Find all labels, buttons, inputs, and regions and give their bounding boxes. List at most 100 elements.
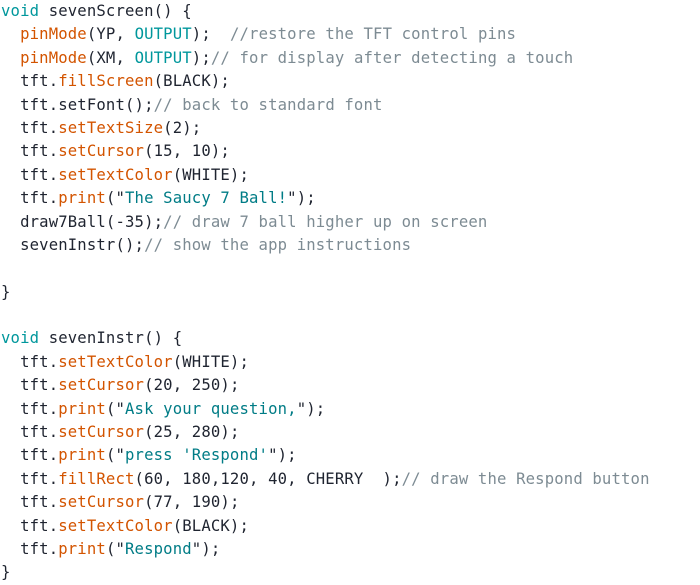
code-token-plain: ");: [191, 539, 221, 558]
code-token-plain: draw7Ball(-35);: [1, 212, 164, 231]
code-token-comment: // draw 7 ball higher up on screen: [163, 212, 488, 231]
code-token-string: The Saucy 7 Ball!: [125, 189, 288, 208]
code-token-constant: OUTPUT: [134, 48, 192, 67]
code-token-function: print: [58, 539, 106, 558]
code-token-function: print: [58, 399, 106, 418]
code-token-comment: //restore the TFT control pins: [229, 25, 517, 44]
code-token-plain: ");: [296, 399, 326, 418]
code-token-function: print: [58, 189, 106, 208]
code-line[interactable]: pinMode(XM, OUTPUT);// for display after…: [0, 47, 700, 70]
code-line[interactable]: tft.print("Ask your question,");: [0, 398, 700, 421]
code-token-plain: (": [105, 446, 126, 465]
code-token-plain: tft.: [1, 165, 59, 184]
code-line[interactable]: tft.setTextColor(BLACK);: [0, 515, 700, 538]
code-token-string: Ask your question,: [125, 399, 297, 418]
code-line[interactable]: tft.setFont();// back to standard font: [0, 94, 700, 117]
code-token-plain: tft.: [1, 118, 59, 137]
code-token-keyword: void: [1, 329, 40, 348]
code-line[interactable]: }: [0, 281, 700, 304]
code-line[interactable]: tft.setCursor(25, 280);: [0, 421, 700, 444]
code-token-plain: tft.: [1, 469, 59, 488]
code-token-plain: }: [1, 282, 11, 301]
code-token-plain: (77, 190);: [144, 493, 240, 512]
code-token-string: Respond: [125, 539, 192, 558]
code-token-constant: OUTPUT: [134, 25, 192, 44]
code-token-plain: (15, 10);: [144, 142, 230, 161]
code-token-plain: (60, 180,120, 40, CHERRY );: [134, 469, 402, 488]
code-token-plain: tft.: [1, 72, 59, 91]
code-token-plain: (": [105, 399, 126, 418]
code-line[interactable]: draw7Ball(-35);// draw 7 ball higher up …: [0, 211, 700, 234]
code-line[interactable]: tft.setCursor(15, 10);: [0, 140, 700, 163]
code-line[interactable]: tft.setTextColor(WHITE);: [0, 164, 700, 187]
code-token-plain: tft.: [1, 423, 59, 442]
code-token-plain: sevenScreen() {: [39, 2, 192, 20]
code-token-function: setCursor: [58, 423, 145, 442]
code-token-plain: }: [1, 563, 11, 582]
code-line[interactable]: tft.setTextSize(2);: [0, 117, 700, 140]
code-line[interactable]: }: [0, 561, 700, 584]
code-token-plain: tft.: [1, 399, 59, 418]
code-token-function: setTextColor: [58, 516, 173, 535]
code-lines-container: void sevenScreen() { pinMode(YP, OUTPUT)…: [0, 0, 700, 585]
code-token-plain: (WHITE);: [172, 165, 250, 184]
code-token-plain: );: [191, 25, 230, 44]
code-token-plain: (BLACK);: [153, 72, 230, 91]
code-token-plain: tft.: [1, 446, 59, 465]
code-token-plain: tft.: [1, 539, 59, 558]
code-line[interactable]: pinMode(YP, OUTPUT); //restore the TFT c…: [0, 23, 700, 46]
code-token-plain: (25, 280);: [144, 423, 240, 442]
code-token-function: pinMode: [20, 25, 87, 44]
code-token-plain: (XM,: [86, 48, 135, 67]
code-token-comment: // draw the Respond button: [401, 469, 650, 488]
code-token-keyword: void: [1, 2, 40, 20]
code-token-comment: // for display after detecting a touch: [210, 48, 574, 67]
code-line[interactable]: void sevenInstr() {: [0, 327, 700, 350]
code-line[interactable]: tft.print("press 'Respond'");: [0, 444, 700, 467]
code-token-plain: tft.: [1, 376, 59, 395]
code-line[interactable]: [0, 257, 700, 280]
code-token-function: setCursor: [58, 493, 145, 512]
code-token-plain: tft.setFont();: [1, 95, 154, 114]
code-line[interactable]: tft.fillRect(60, 180,120, 40, CHERRY );/…: [0, 468, 700, 491]
code-token-plain: tft.: [1, 189, 59, 208]
code-token-plain: (WHITE);: [172, 352, 250, 371]
code-token-function: setCursor: [58, 376, 145, 395]
code-token-plain: tft.: [1, 493, 59, 512]
code-token-plain: tft.: [1, 516, 59, 535]
code-listing[interactable]: void sevenScreen() { pinMode(YP, OUTPUT)…: [0, 0, 700, 581]
code-token-plain: (20, 250);: [144, 376, 240, 395]
code-token-function: setCursor: [58, 142, 145, 161]
code-token-function: setTextColor: [58, 352, 173, 371]
code-token-plain: (2);: [163, 118, 202, 137]
code-line[interactable]: tft.setCursor(77, 190);: [0, 491, 700, 514]
code-token-plain: (BLACK);: [172, 516, 250, 535]
code-line[interactable]: tft.setTextColor(WHITE);: [0, 351, 700, 374]
code-token-plain: sevenInstr();: [1, 235, 145, 254]
code-token-plain: tft.: [1, 142, 59, 161]
code-token-plain: (": [105, 189, 126, 208]
code-token-plain: tft.: [1, 352, 59, 371]
code-token-plain: (YP,: [86, 25, 135, 44]
code-line[interactable]: tft.fillScreen(BLACK);: [0, 70, 700, 93]
code-token-plain: (": [105, 539, 126, 558]
code-token-function: pinMode: [20, 48, 87, 67]
code-token-plain: ");: [268, 446, 297, 465]
code-token-function: fillScreen: [58, 72, 154, 91]
code-line[interactable]: tft.setCursor(20, 250);: [0, 374, 700, 397]
code-token-function: setTextColor: [58, 165, 173, 184]
code-line[interactable]: tft.print("The Saucy 7 Ball!");: [0, 187, 700, 210]
code-line[interactable]: [0, 304, 700, 327]
code-line[interactable]: tft.print("Respond");: [0, 538, 700, 561]
code-token-function: setTextSize: [58, 118, 164, 137]
code-token-plain: ");: [287, 189, 316, 208]
code-token-comment: // show the app instructions: [144, 235, 412, 254]
code-token-function: print: [58, 446, 106, 465]
code-token-function: fillRect: [58, 469, 135, 488]
code-line[interactable]: sevenInstr();// show the app instruction…: [0, 234, 700, 257]
code-token-string: press 'Respond': [125, 446, 269, 465]
code-line[interactable]: void sevenScreen() {: [0, 0, 700, 23]
code-token-comment: // back to standard font: [153, 95, 383, 114]
